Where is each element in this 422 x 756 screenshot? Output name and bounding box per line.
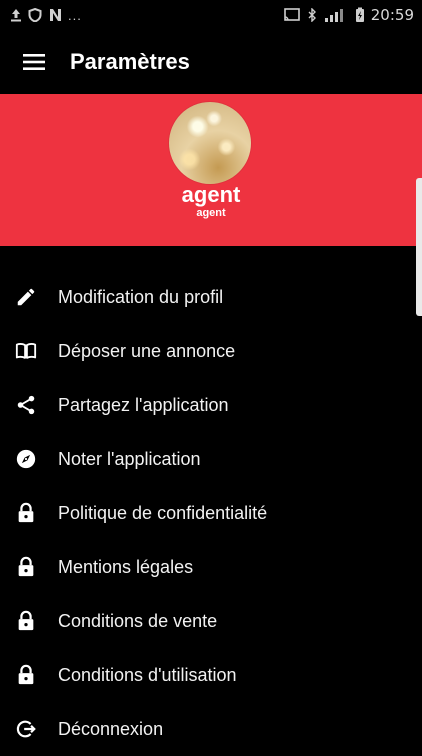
shield-icon (28, 8, 42, 22)
menu-item-terms-of-sale[interactable]: Conditions de vente (0, 594, 416, 648)
app-bar: Paramètres (0, 30, 422, 94)
menu-item-share-app[interactable]: Partagez l'application (0, 378, 416, 432)
lock-icon (14, 555, 38, 579)
bluetooth-icon (308, 8, 316, 22)
compass-icon (14, 447, 38, 471)
hamburger-icon (23, 54, 45, 70)
upload-icon (11, 9, 21, 22)
hamburger-menu-button[interactable] (22, 50, 46, 74)
status-right: 20:59 (283, 6, 414, 24)
lock-icon (14, 501, 38, 525)
lock-icon (14, 663, 38, 687)
logout-icon (14, 717, 38, 741)
status-bar: ... 20:59 (0, 0, 422, 30)
menu-item-label: Modification du profil (58, 286, 224, 307)
menu-item-label: Conditions de vente (58, 610, 218, 631)
page-title: Paramètres (70, 49, 190, 74)
menu-item-privacy-policy[interactable]: Politique de confidentialité (0, 486, 416, 540)
menu-item-post-ad[interactable]: Déposer une annonce (0, 324, 416, 378)
status-left: ... (10, 8, 82, 23)
profile-header: agent agent (0, 94, 422, 246)
menu-item-label: Noter l'application (58, 448, 201, 469)
menu-item-rate-app[interactable]: Noter l'application (0, 432, 416, 486)
status-time: 20:59 (370, 6, 414, 24)
menu-item-label: Déposer une annonce (58, 340, 236, 361)
pencil-icon (14, 285, 38, 309)
scrollbar[interactable] (416, 178, 422, 316)
cast-icon (283, 8, 300, 21)
signal-icon (324, 9, 343, 22)
settings-menu: Modification du profil Déposer une annon… (0, 270, 416, 756)
menu-item-logout[interactable]: Déconnexion (0, 702, 416, 756)
menu-item-legal-notice[interactable]: Mentions légales (0, 540, 416, 594)
avatar[interactable] (169, 102, 251, 184)
user-subtitle: agent (196, 207, 226, 219)
menu-item-label: Déconnexion (58, 718, 164, 739)
n-icon (50, 9, 61, 21)
share-icon (14, 393, 38, 417)
menu-item-label: Politique de confidentialité (58, 502, 268, 523)
status-overflow-text: ... (68, 7, 82, 23)
battery-charging-icon (355, 7, 364, 22)
menu-item-label: Partagez l'application (58, 394, 229, 415)
user-name: agent (181, 182, 241, 207)
book-icon (14, 339, 38, 363)
lock-icon (14, 609, 38, 633)
menu-item-label: Conditions d'utilisation (58, 664, 237, 685)
menu-item-label: Mentions légales (58, 556, 194, 577)
menu-item-edit-profile[interactable]: Modification du profil (0, 270, 416, 324)
menu-item-terms-of-use[interactable]: Conditions d'utilisation (0, 648, 416, 702)
